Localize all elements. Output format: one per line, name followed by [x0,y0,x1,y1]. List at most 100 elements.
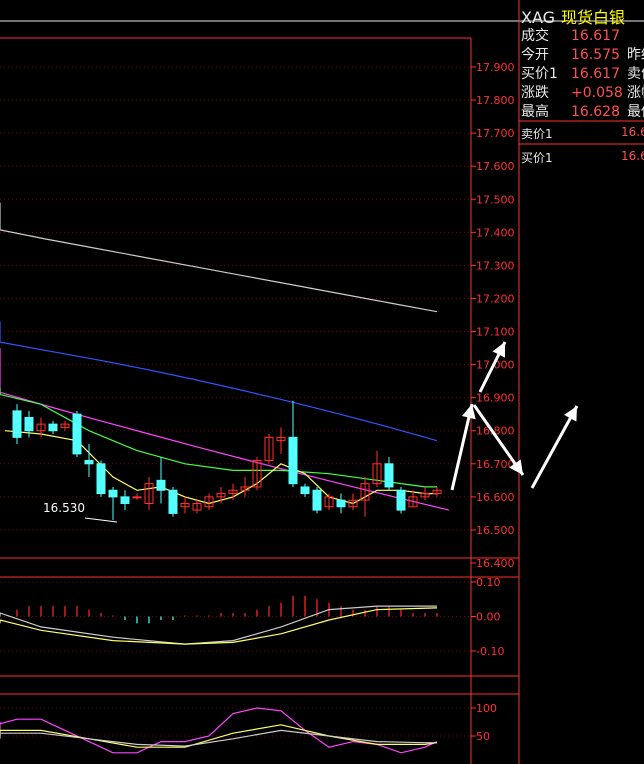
candle[interactable] [180,496,190,514]
y-tick-label: 17.300 [476,259,515,272]
candle[interactable] [288,400,298,487]
y-tick-label: 17.900 [476,61,515,74]
y-tick-label: 16.500 [476,524,515,537]
candle[interactable] [204,493,214,511]
y-tick-label: 17.400 [476,226,515,239]
quote-value: 16.617 [571,28,620,44]
low-price-label: 16.530 [43,501,85,515]
y-tick-label: 0.00 [476,611,501,624]
quote-label: 买价1 [521,66,558,82]
candle[interactable] [276,427,286,454]
candle[interactable] [420,486,430,501]
candle-body [288,436,298,485]
y-tick-label: 17.600 [476,160,515,173]
quote-row: 最高 16.628 最低 [521,103,644,122]
ask-label: 卖价1 [521,127,553,141]
quote-label-2: 卖价 [627,66,644,82]
candle[interactable] [396,486,406,514]
quote-label: 最高 [521,104,549,120]
candle[interactable] [240,477,250,497]
quote-title: XAG 现货白银 [521,4,625,28]
candle[interactable] [372,450,382,487]
candle-body [12,410,22,438]
candle-body [120,496,130,504]
quote-row: 买价1 16.617 卖价 [521,65,644,84]
candle[interactable] [336,493,346,514]
quote-value: 16.575 [571,47,620,63]
y-tick-label: 17.200 [476,292,515,305]
candle[interactable] [96,460,106,497]
arrow-shaft [530,405,579,489]
quote-label: 今开 [521,47,549,63]
y-tick-label: 16.900 [476,392,515,405]
candle[interactable] [84,443,94,478]
kdj-line-magenta [0,707,438,754]
candle-body [300,486,310,495]
candle[interactable] [48,420,58,435]
candle[interactable] [12,404,22,444]
candle-body [336,499,346,508]
candle[interactable] [108,486,118,521]
y-tick-label: 16.600 [476,491,515,504]
quote-label-2: 最低 [627,104,644,120]
arrow-icon [450,403,476,491]
candle[interactable] [264,434,274,464]
quote-label-2: 涨幅 [627,85,644,101]
y-tick-label: 16.700 [476,458,515,471]
low-marker-line [84,517,118,523]
candle-body [96,463,106,495]
quote-label-2: 昨结 [627,47,644,63]
candle[interactable] [60,420,70,431]
candle[interactable] [72,410,82,458]
symbol-code: XAG [521,8,556,27]
candle-body [24,417,34,432]
candle-body [84,459,94,465]
quote-value: 16.628 [571,104,620,120]
candle[interactable] [168,486,178,517]
y-tick-label: 50 [476,730,490,743]
quote-value: +0.058 [571,85,623,101]
ma-line-magenta [0,348,450,511]
bid-value: 16.6 [621,149,644,163]
ma-line-blue [0,321,438,442]
ma-line-green [0,387,437,488]
y-tick-label: 17.700 [476,127,515,140]
ask-value: 16.6 [621,125,644,139]
candle[interactable] [312,486,322,514]
candle[interactable] [144,477,154,511]
candle[interactable] [192,500,202,514]
quote-row: 成交 16.617 [521,27,627,46]
candle-body [396,489,406,511]
candle[interactable] [300,483,310,497]
candle-body [72,413,82,455]
arrow-icon [530,405,579,489]
y-axis: 17.900 17.800 17.700 17.600 17.500 17.400 17.3… [471,61,515,570]
y-tick-label: 0.10 [476,576,501,589]
ma-line-white [0,202,438,313]
bid-row[interactable]: 买价1 16.6 [521,149,644,166]
quote-label: 成交 [521,28,549,44]
macd-panel: 0.10 0.00 -0.10 [0,576,504,658]
candle-body [108,489,118,498]
candle[interactable] [324,493,334,511]
candle[interactable] [360,477,370,517]
quote-row: 涨跌 +0.058涨幅 [521,84,644,103]
y-tick-label: 17.800 [476,94,515,107]
candle-body [48,423,58,432]
candle[interactable] [156,457,166,504]
candle[interactable] [432,486,442,497]
kdj-panel: 100 50 [0,702,497,754]
quote-row: 今开 16.575 昨结 [521,46,644,65]
candle[interactable] [120,490,130,511]
grid-lines [0,66,471,531]
candle-body [384,463,394,488]
candle-body [156,479,166,491]
quote-label: 涨跌 [521,85,549,101]
candle-body [312,489,322,511]
ask-row[interactable]: 卖价1 16.6 [521,125,644,142]
y-tick-label: -0.10 [476,645,504,658]
candle-body [132,496,142,499]
candle[interactable] [384,457,394,491]
candle[interactable] [132,493,142,501]
y-tick-label: 17.500 [476,193,515,206]
